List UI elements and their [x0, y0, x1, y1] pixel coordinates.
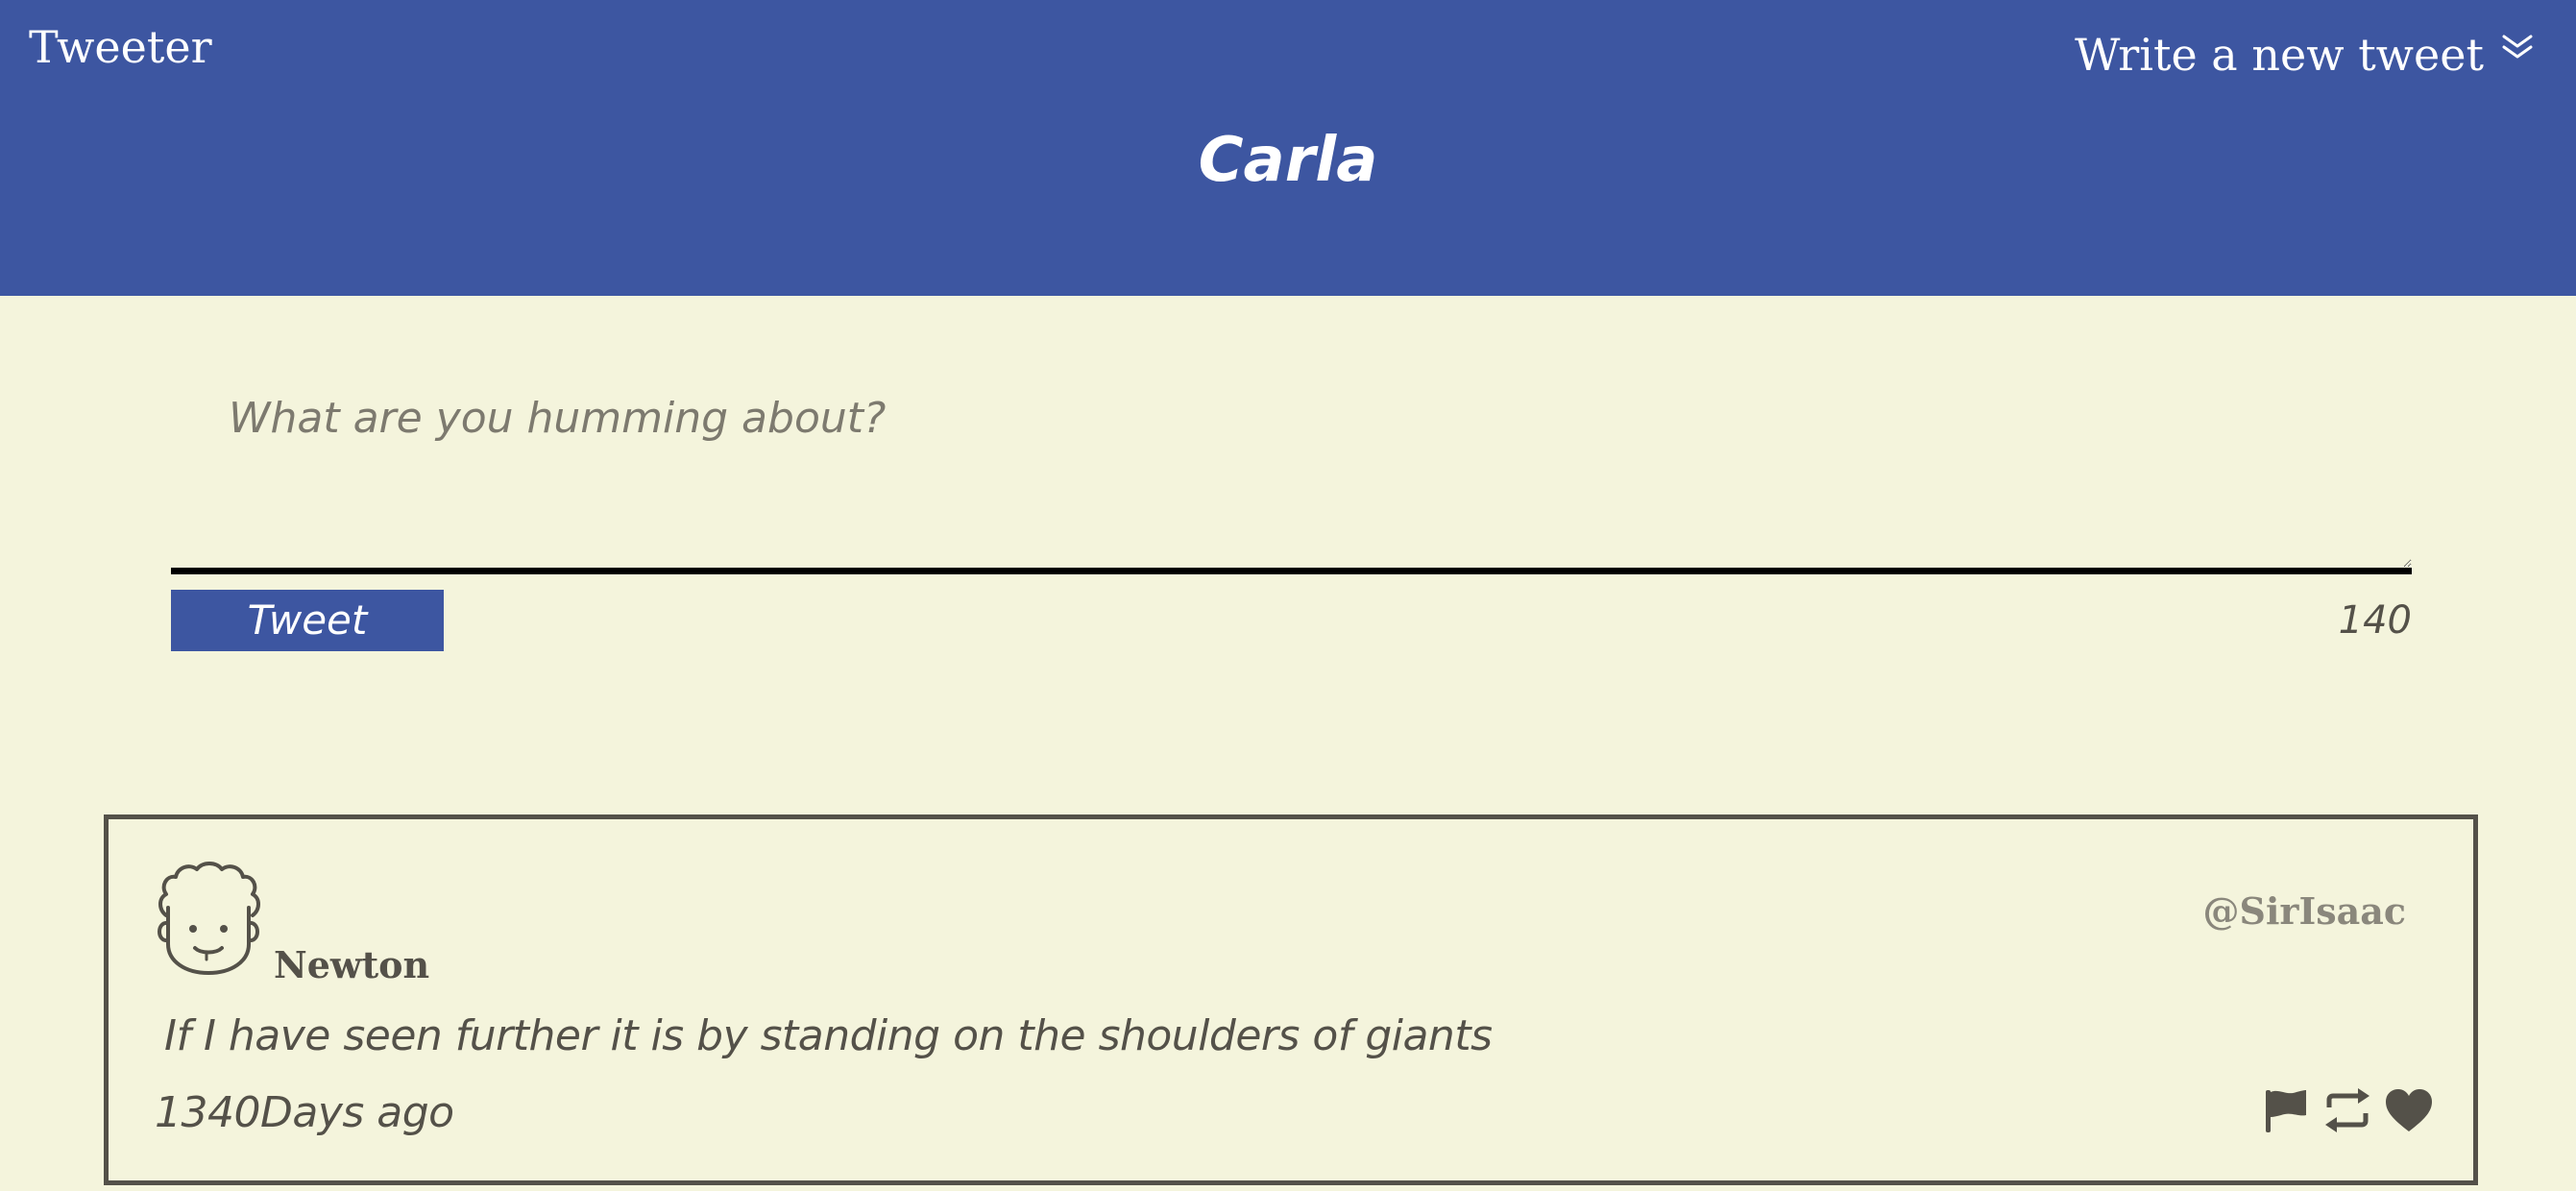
retweet-icon[interactable] — [2321, 1086, 2373, 1134]
flag-icon[interactable] — [2260, 1086, 2312, 1134]
tweet-actions — [2260, 1086, 2435, 1134]
brand-logo-text[interactable]: Tweeter — [29, 17, 212, 77]
tweet-text: If I have seen further it is by standing… — [164, 1011, 1493, 1060]
tweet-timestamp: 1340Days ago — [155, 1088, 454, 1137]
write-new-tweet-label: Write a new tweet — [2075, 29, 2484, 81]
tweet-card: Newton @SirIsaac If I have seen further … — [104, 814, 2478, 1185]
compose-actions: Tweet 140 — [171, 590, 2412, 657]
site-header: Tweeter Write a new tweet Carla — [0, 0, 2576, 296]
avatar — [158, 862, 260, 976]
compose-tweet-form: Tweet 140 — [171, 365, 2412, 657]
profile-name: Carla — [1198, 125, 1378, 196]
heart-icon[interactable] — [2383, 1086, 2435, 1134]
character-counter: 140 — [2338, 598, 2412, 643]
write-new-tweet-toggle[interactable]: Write a new tweet — [2075, 23, 2534, 86]
chevron-double-down-icon — [2502, 35, 2533, 59]
tweet-author-name: Newton — [274, 943, 430, 986]
tweet-author-handle: @SirIsaac — [2202, 889, 2406, 933]
tweet-textarea[interactable] — [171, 365, 2412, 574]
tweet-submit-button[interactable]: Tweet — [171, 590, 444, 651]
